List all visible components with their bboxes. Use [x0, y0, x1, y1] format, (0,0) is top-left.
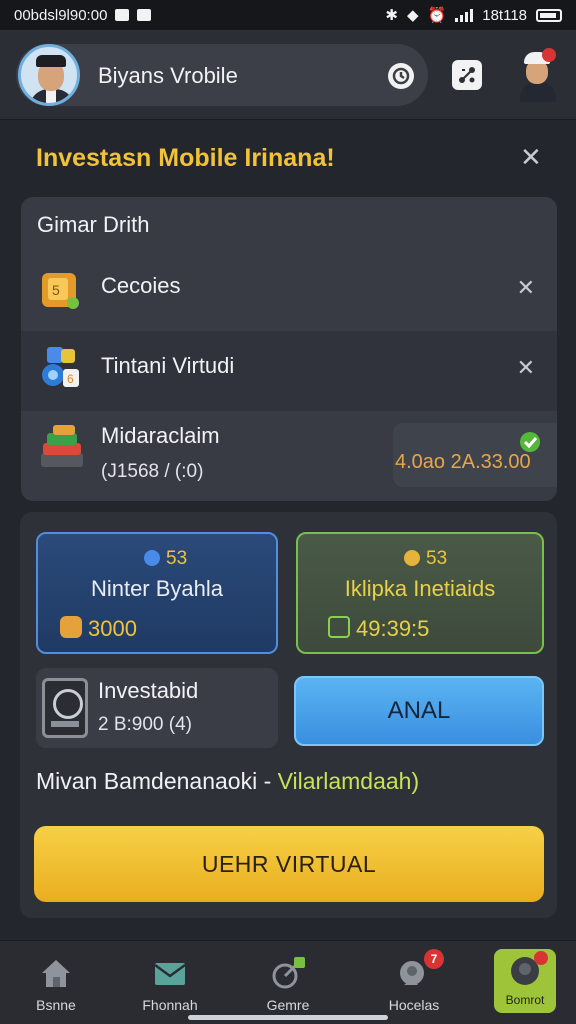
stack-icon [41, 425, 83, 467]
nav-label: Bomrot [505, 993, 545, 1007]
nav-label: Gemre [266, 997, 310, 1013]
nav-label: Bsnne [36, 997, 76, 1013]
mini-sub: 2 B:900 (4) [98, 714, 192, 735]
cookie-box-icon: 5 [42, 273, 79, 309]
nav-profile[interactable]: Bomrot [494, 949, 556, 1013]
home-icon [42, 960, 70, 987]
alarm-icon: ⏰ [427, 7, 447, 24]
card-top-row: 53 [404, 548, 447, 570]
item-value: 4.0ao 2A.33.00 [395, 451, 531, 473]
blue-stat-card[interactable]: 53 Ninter Byahla 3000 [36, 532, 278, 654]
list-item[interactable]: 5 Cecoies ✕ [21, 253, 557, 331]
check-icon [520, 432, 540, 452]
item-sub: (J1568 / (:0) [101, 461, 204, 482]
nav-label: Hocelas [388, 997, 440, 1013]
home-indicator[interactable] [188, 1015, 388, 1020]
app-header: Biyans Vrobile [0, 30, 576, 120]
card-top-value: 53 [166, 548, 188, 569]
safe-icon [42, 678, 88, 738]
card-amount: 49:39:5 [356, 616, 430, 641]
close-icon[interactable]: ✕ [520, 144, 542, 170]
panel-title: Investasn Mobile Irinana! [36, 144, 335, 172]
user-avatar[interactable] [18, 44, 80, 106]
battery-icon [536, 8, 562, 22]
mail-icon [154, 963, 186, 985]
status-bar: 00bdsl9l90:00 ✱ ◆ ⏰ 18t118 [0, 0, 576, 30]
green-stat-card[interactable]: 53 Iklipka Inetiaids 49:39:5 [296, 532, 544, 654]
key-icon [60, 616, 82, 638]
list-item[interactable]: Midaraclaim (J1568 / (:0) 4.0ao 2A.33.00 [21, 411, 557, 501]
apps-icon: 6 [42, 347, 79, 387]
nav-game[interactable]: Gemre [238, 947, 338, 1019]
history-icon[interactable] [388, 63, 414, 89]
item-label: Midaraclaim [101, 423, 220, 448]
tagline-main: Mivan Bamdenanaoki - [36, 768, 278, 794]
bottom-nav: Bsnne Fhonnah Gemre 7 Hocelas Bomrot [0, 940, 576, 1024]
search-bar[interactable]: Biyans Vrobile [16, 44, 428, 106]
list-item[interactable]: 6 Tintani Virtudi ✕ [21, 331, 557, 411]
profile-nav-badge [534, 951, 548, 965]
asset-list: Gimar Drith 5 Cecoies ✕ 6 Tintani Virtud… [21, 197, 557, 501]
investabid-card[interactable]: Investabid 2 B:900 (4) [36, 668, 278, 748]
remove-icon[interactable]: ✕ [517, 355, 535, 381]
svg-text:5: 5 [52, 282, 60, 298]
profile-avatar[interactable] [514, 46, 562, 102]
card-amount: 3000 [88, 616, 137, 641]
nav-mail[interactable]: Fhonnah [120, 947, 220, 1019]
bluetooth-icon: ✱ [385, 7, 398, 24]
app-title: Biyans Vrobile [98, 63, 238, 88]
nav-label: Fhonnah [142, 997, 198, 1013]
promo-banner: Investasn Mobile Irinana! ✕ [20, 120, 556, 188]
gear-icon [144, 550, 160, 566]
notification-icon [115, 9, 130, 21]
card-title: Iklipka Inetiaids [344, 576, 496, 601]
value-box: 4.0ao 2A.33.00 [393, 423, 557, 487]
card-bottom-row: 49:39:5 [328, 616, 429, 642]
share-icon[interactable] [452, 60, 482, 90]
card-bottom-row: 3000 [60, 616, 137, 642]
profile-notification-badge [542, 48, 556, 62]
tagline: Mivan Bamdenanaoki - Vilarlamdaah) [36, 768, 419, 795]
mini-title: Investabid [98, 678, 199, 703]
status-time: 00bdsl9l90:00 [14, 6, 108, 24]
shield-icon [328, 616, 350, 638]
item-label: Tintani Virtudi [101, 353, 235, 378]
anal-button[interactable]: ANAL [294, 676, 544, 746]
smile-icon [404, 550, 420, 566]
remove-icon[interactable]: ✕ [517, 275, 535, 301]
tagline-highlight: Vilarlamdaah) [277, 768, 420, 794]
card-top-row: 53 [144, 548, 187, 570]
card-title: Ninter Byahla [90, 576, 224, 601]
nav-home[interactable]: Bsnne [6, 947, 106, 1019]
virtual-cta-button[interactable]: UEHR VIRTUAL [34, 826, 544, 902]
status-clock: 18t118 [482, 6, 527, 24]
list-heading: Gimar Drith [37, 212, 150, 237]
card-top-value: 53 [426, 548, 448, 569]
invest-section: 53 Ninter Byahla 3000 53 Iklipka Inetiai… [20, 512, 557, 918]
signal-icon [455, 8, 474, 22]
nav-chat[interactable]: 7 Hocelas [364, 947, 464, 1019]
svg-text:6: 6 [67, 372, 74, 386]
game-icon [272, 957, 305, 989]
storage-icon [137, 9, 152, 21]
chat-badge: 7 [424, 949, 444, 969]
item-label: Cecoies [101, 273, 181, 298]
wifi-icon: ◆ [407, 7, 419, 24]
